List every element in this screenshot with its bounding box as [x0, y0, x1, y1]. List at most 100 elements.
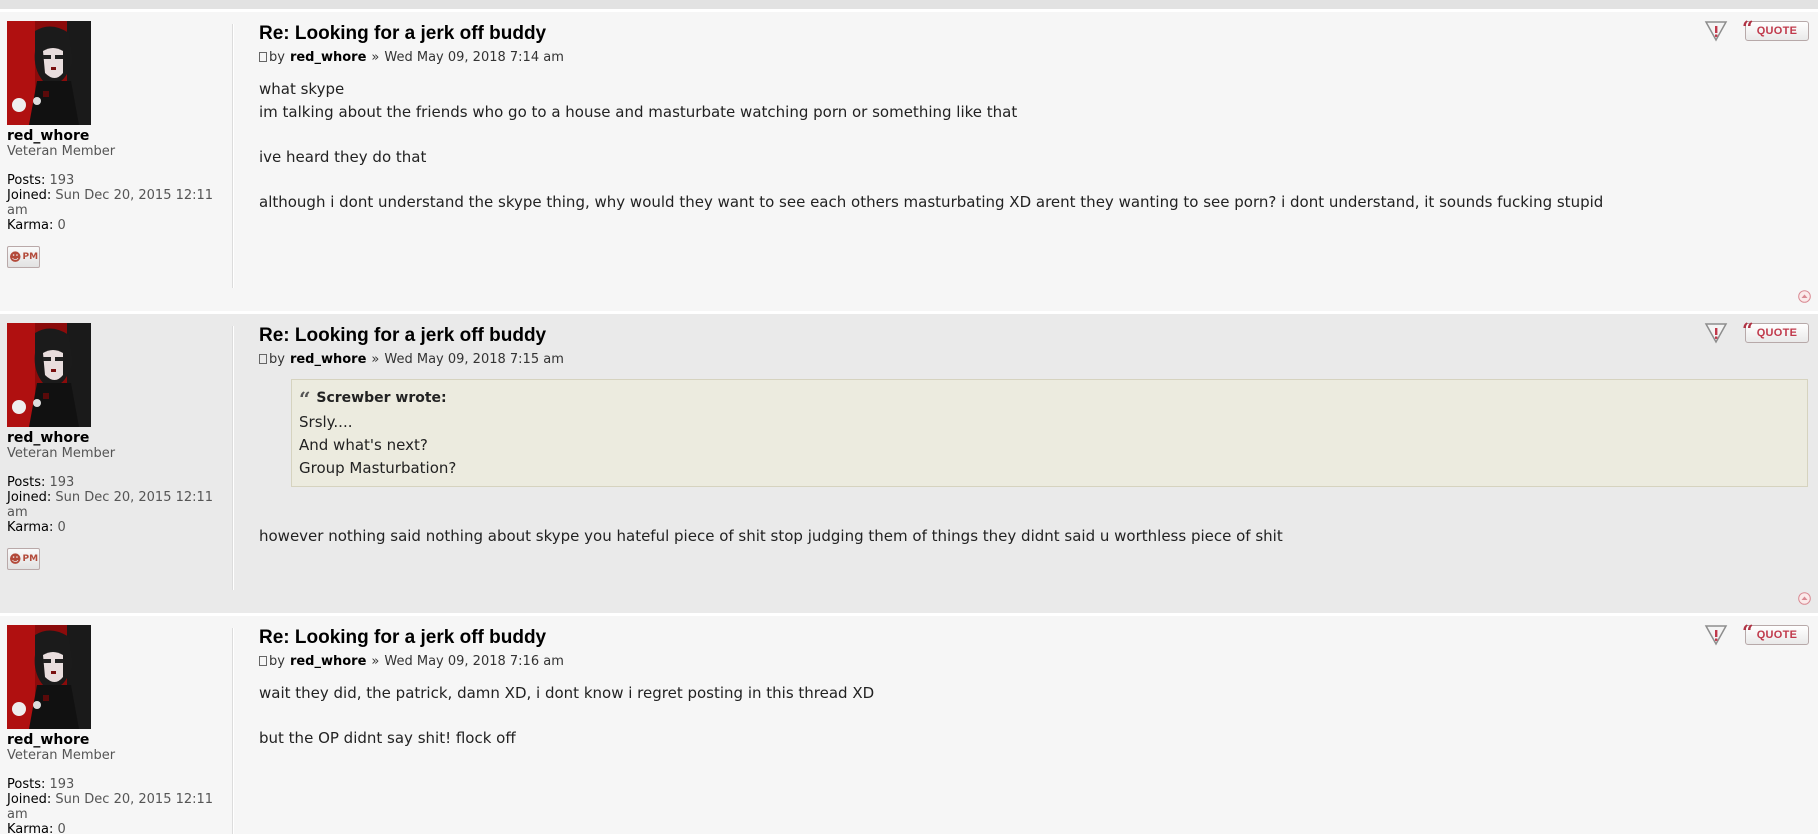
post-date: Wed May 09, 2018 7:15 am: [384, 352, 564, 367]
post-body: Re: Looking for a jerk off buddy by red_…: [234, 314, 1818, 613]
user-stats: Posts: 193 Joined: Sun Dec 20, 2015 12:1…: [7, 173, 234, 233]
quote-button[interactable]: “ QUOTE: [1742, 16, 1809, 41]
avatar[interactable]: [7, 21, 91, 125]
post-line: ive heard they do that: [259, 147, 427, 166]
posts-label: Posts:: [7, 173, 46, 188]
posts-label: Posts:: [7, 777, 46, 792]
posts-count[interactable]: 193: [50, 777, 75, 792]
user-stats: Posts: 193 Joined: Sun Dec 20, 2015 12:1…: [7, 475, 234, 535]
joined-label: Joined:: [7, 490, 52, 505]
quote-button[interactable]: “ QUOTE: [1742, 620, 1809, 645]
posts-label: Posts:: [7, 475, 46, 490]
post-title[interactable]: Re: Looking for a jerk off buddy: [259, 23, 1818, 45]
private-message-icon: ☻: [8, 250, 22, 264]
top-strip: [0, 0, 1818, 9]
joined-date: Sun Dec 20, 2015 12:11: [55, 792, 214, 807]
user-rank: Veteran Member: [7, 446, 116, 461]
quote-mark-icon: “: [1742, 318, 1753, 342]
pm-label: PM: [22, 252, 39, 262]
joined-date-suffix: am: [7, 203, 28, 218]
karma-value: 0: [57, 218, 66, 233]
username[interactable]: red_whore: [7, 128, 234, 144]
warning-triangle-icon: [1704, 625, 1728, 646]
karma-label: Karma:: [7, 218, 54, 233]
by-label: by: [269, 654, 285, 669]
username[interactable]: red_whore: [7, 732, 234, 748]
post-link-icon[interactable]: [259, 51, 267, 62]
post-date: Wed May 09, 2018 7:16 am: [384, 654, 564, 669]
post-author: by red_whore » Wed May 09, 2018 7:16 am: [259, 654, 1818, 669]
quote-line: Group Masturbation?: [299, 459, 457, 477]
pm-button[interactable]: ☻ PM: [7, 548, 40, 570]
quote-label: QUOTE: [1756, 327, 1798, 339]
joined-date-suffix: am: [7, 807, 28, 822]
post-author: by red_whore » Wed May 09, 2018 7:15 am: [259, 352, 1818, 367]
post-link-icon[interactable]: [259, 353, 267, 364]
quote-block: “ Screwber wrote: Srsly.... And what's n…: [291, 379, 1808, 487]
post-content: however nothing said nothing about skype…: [259, 525, 1818, 548]
back-to-top-icon: [1798, 592, 1811, 605]
report-button[interactable]: [1704, 624, 1728, 646]
quote-line: And what's next?: [299, 436, 428, 454]
joined-date: Sun Dec 20, 2015 12:11: [55, 188, 214, 203]
quote-mark-icon: “: [1742, 620, 1753, 644]
private-message-icon: ☻: [8, 552, 22, 566]
post-body: Re: Looking for a jerk off buddy by red_…: [234, 12, 1818, 311]
posts-count[interactable]: 193: [50, 475, 75, 490]
post-line: im talking about the friends who go to a…: [259, 102, 1018, 121]
back-to-top-button[interactable]: [1798, 290, 1811, 303]
quote-button[interactable]: “ QUOTE: [1742, 318, 1809, 343]
post-line: although i dont understand the skype thi…: [259, 192, 1604, 211]
karma-value: 0: [57, 822, 66, 834]
by-label: by: [269, 50, 285, 65]
separator: »: [371, 654, 380, 669]
joined-label: Joined:: [7, 792, 52, 807]
pm-button[interactable]: ☻ PM: [7, 246, 40, 268]
pm-label: PM: [22, 554, 39, 564]
post-line: however nothing said nothing about skype…: [259, 527, 1283, 545]
post-author: by red_whore » Wed May 09, 2018 7:14 am: [259, 50, 1818, 65]
post-title[interactable]: Re: Looking for a jerk off buddy: [259, 325, 1818, 347]
post-profile: red_whore Veteran Member Posts: 193 Join…: [0, 616, 234, 834]
joined-date: Sun Dec 20, 2015 12:11: [55, 490, 214, 505]
quote-line: Srsly....: [299, 413, 353, 431]
author-link[interactable]: red_whore: [290, 352, 366, 367]
post-content: wait they did, the patrick, damn XD, i d…: [259, 682, 1818, 750]
avatar[interactable]: [7, 625, 91, 729]
post: red_whore Veteran Member Posts: 193 Join…: [0, 613, 1818, 834]
posts-count[interactable]: 193: [50, 173, 75, 188]
quote-label: QUOTE: [1756, 629, 1798, 641]
quote-mark-icon: “: [1742, 16, 1753, 40]
quote-cite: “ Screwber wrote:: [299, 387, 1800, 411]
separator: »: [371, 50, 380, 65]
post-buttons: “ QUOTE: [1704, 318, 1809, 344]
post-date: Wed May 09, 2018 7:14 am: [384, 50, 564, 65]
post-buttons: “ QUOTE: [1704, 620, 1809, 646]
post-link-icon[interactable]: [259, 655, 267, 666]
post-profile: red_whore Veteran Member Posts: 193 Join…: [0, 12, 234, 311]
by-label: by: [269, 352, 285, 367]
warning-triangle-icon: [1704, 323, 1728, 344]
post: red_whore Veteran Member Posts: 193 Join…: [0, 311, 1818, 613]
report-button[interactable]: [1704, 20, 1728, 42]
post: red_whore Veteran Member Posts: 193 Join…: [0, 9, 1818, 311]
username[interactable]: red_whore: [7, 430, 234, 446]
post-line: wait they did, the patrick, damn XD, i d…: [259, 684, 875, 702]
back-to-top-button[interactable]: [1798, 592, 1811, 605]
post-content: what skype im talking about the friends …: [259, 78, 1818, 213]
post-body: Re: Looking for a jerk off buddy by red_…: [234, 616, 1818, 834]
karma-label: Karma:: [7, 520, 54, 535]
report-button[interactable]: [1704, 322, 1728, 344]
quote-mark-icon: “: [299, 387, 310, 411]
karma-label: Karma:: [7, 822, 54, 834]
quote-author: Screwber wrote:: [316, 390, 447, 406]
author-link[interactable]: red_whore: [290, 50, 366, 65]
post-line: what skype: [259, 80, 345, 98]
avatar[interactable]: [7, 323, 91, 427]
post-title[interactable]: Re: Looking for a jerk off buddy: [259, 627, 1818, 649]
joined-date-suffix: am: [7, 505, 28, 520]
user-rank: Veteran Member: [7, 748, 116, 763]
author-link[interactable]: red_whore: [290, 654, 366, 669]
post-line: but the OP didnt say shit! flock off: [259, 729, 516, 747]
